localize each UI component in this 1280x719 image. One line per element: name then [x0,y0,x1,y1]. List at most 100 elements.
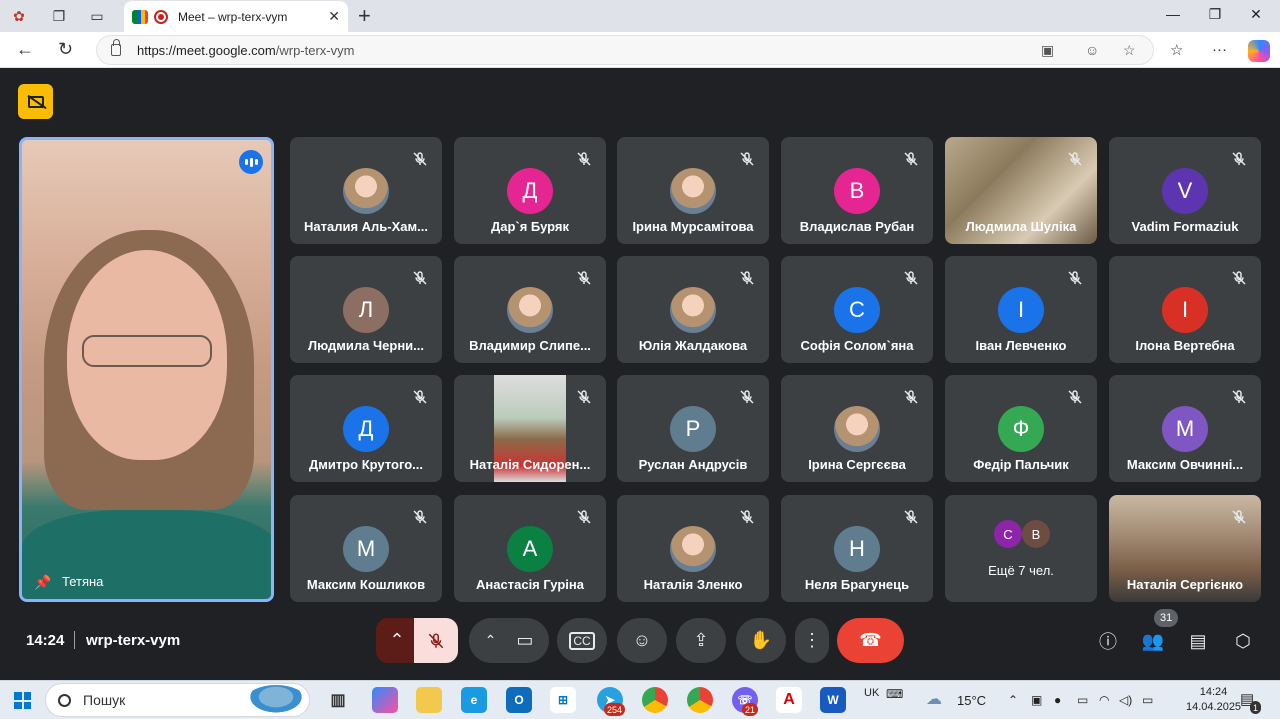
mic-muted-icon [413,271,427,285]
pin-icon[interactable]: 📌 [34,574,51,591]
participant-tile[interactable]: Ірина Мурсамітова [617,137,769,244]
tab-meet[interactable]: Meet – wrp-terx-vym ✕ [124,1,348,32]
participant-name: Ірина Сергєєва [808,457,906,472]
more-menu-icon[interactable]: ··· [1212,41,1227,58]
participant-tile[interactable]: І Ілона Вертебна [1109,256,1261,363]
mic-muted-icon [904,271,918,285]
reload-icon[interactable]: ↻ [58,39,73,60]
participant-tile[interactable]: Л Людмила Черни... [290,256,442,363]
participant-tile[interactable]: М Максим Кошликов [290,495,442,602]
mic-muted-icon [1232,510,1246,524]
participant-name: Наталія Сидорен... [469,457,591,472]
word-icon[interactable]: W [820,687,846,713]
participant-tile[interactable]: Наталія Сидорен... [454,375,606,482]
participant-name: Руслан Андрусів [638,457,748,472]
meet-tray-icon[interactable]: ▣ [1031,693,1042,707]
chrome-profile-icon[interactable] [687,687,713,713]
captions-icon: CC [569,631,595,650]
participant-tile[interactable]: І Іван Левченко [945,256,1097,363]
camera-in-use-icon[interactable]: ▣ [1041,42,1054,59]
wifi-icon[interactable]: ◠ [1099,693,1109,707]
favorite-star-icon[interactable]: ☆ [1123,42,1136,59]
mic-muted-icon [1232,152,1246,166]
tab-actions-icon[interactable]: ▭ [86,5,108,27]
copilot-taskbar-icon[interactable] [372,687,398,713]
participant-tile[interactable]: Наталия Аль-Хам... [290,137,442,244]
keyboard-icon[interactable]: ⌨ [886,687,903,701]
recording-badge-icon[interactable] [18,84,53,119]
avatar [670,287,716,333]
camera-options-icon[interactable]: ⌃ [485,632,497,649]
weather-temp[interactable]: 15°C [957,693,986,708]
reactions-button[interactable]: ☺ [617,618,667,663]
task-view-icon[interactable]: ▥ [325,687,351,713]
participant-tile[interactable]: Наталія Зленко [617,495,769,602]
store-icon[interactable]: ⊞ [550,687,576,713]
participant-tile[interactable]: В Владислав Рубан [781,137,933,244]
mic-muted-icon [1068,390,1082,404]
mic-tray-icon[interactable]: ● [1054,693,1061,707]
participant-tile[interactable]: С В Ещё 7 чел. [945,495,1097,602]
acrobat-icon[interactable]: A [776,687,802,713]
more-options-button[interactable]: ⋮ [795,618,829,663]
participant-tile[interactable]: V Vadim Formaziuk [1109,137,1261,244]
chat-icon: ▤ [1189,630,1207,651]
mic-muted-icon [1068,271,1082,285]
weather-icon[interactable]: ☁ [926,689,942,709]
file-explorer-icon[interactable] [416,687,442,713]
participant-tile[interactable]: Юлія Жалдакова [617,256,769,363]
microphone-off-button[interactable] [414,618,458,663]
start-button[interactable] [14,692,31,709]
show-hidden-icons[interactable]: ⌃ [1008,693,1018,707]
chat-button[interactable]: ▤ [1183,626,1213,656]
activities-button[interactable]: ⬡ [1228,626,1258,656]
language-indicator[interactable]: UK [864,687,879,699]
participant-tile[interactable]: Людмила Шуліка [945,137,1097,244]
participant-tile[interactable]: Д Дар`я Буряк [454,137,606,244]
leave-call-button[interactable]: ☎ [837,618,904,663]
read-aloud-icon[interactable]: ☺ [1085,42,1099,58]
camera-button[interactable]: ⌃ ▭ [469,618,549,663]
participant-tile[interactable]: А Анастасія Гуріна [454,495,606,602]
participant-name: Анастасія Гуріна [476,577,584,592]
close-tab-icon[interactable]: ✕ [328,8,340,25]
minimize-icon[interactable]: — [1163,6,1183,22]
chrome-icon[interactable] [642,687,668,713]
participant-name: Людмила Черни... [308,338,424,353]
participant-tile[interactable]: М Максим Овчинні... [1109,375,1261,482]
participant-tile[interactable]: С Софія Солом`яна [781,256,933,363]
participant-tile[interactable]: Д Дмитро Крутого... [290,375,442,482]
mic-muted-icon [740,390,754,404]
workspaces-icon[interactable]: ❐ [48,5,70,27]
camera-tray-icon[interactable]: ▭ [1077,693,1088,707]
participant-tile[interactable]: Р Руслан Андрусів [617,375,769,482]
mic-muted-icon [1232,271,1246,285]
favorites-icon[interactable]: ☆ [1170,41,1183,59]
taskbar-clock[interactable]: 14:24 14.04.2025 [1186,685,1241,715]
participant-tile[interactable]: Владимир Слипе... [454,256,606,363]
profile-icon[interactable]: ✿ [8,5,30,27]
participant-tile[interactable]: Ірина Сергєєва [781,375,933,482]
close-window-icon[interactable]: ✕ [1246,6,1266,23]
participant-tile[interactable]: Н Неля Брагунець [781,495,933,602]
meet-stage: 📌 Тетяна Наталия Аль-Хам... Д Дар`я Буряк І… [4,69,1276,680]
outlook-icon[interactable]: O [506,687,532,713]
meeting-details-button[interactable]: ⓘ [1093,626,1123,656]
copilot-icon[interactable] [1248,40,1270,62]
participant-tile[interactable]: Ф Федір Пальчик [945,375,1097,482]
raise-hand-button[interactable]: ✋ [736,618,786,663]
edge-icon[interactable]: e [461,687,487,713]
audio-options-button[interactable]: ⌃ [376,618,418,663]
windows-taskbar: Пошук ▥ e O ⊞ ➤ 254 ☏ 21 A W UK ⌨ ☁ 15°C… [0,680,1280,719]
present-screen-button[interactable]: ⇪ [676,618,726,663]
pinned-participant-tile[interactable]: 📌 Тетяна [19,137,274,602]
captions-button[interactable]: CC [557,618,607,663]
participant-tile[interactable]: Наталія Сергієнко [1109,495,1261,602]
new-tab-icon[interactable]: + [358,3,371,29]
restore-icon[interactable]: ❐ [1205,6,1225,23]
url-input[interactable]: https://meet.google.com/wrp-terx-vym ▣ ☺… [96,35,1154,65]
volume-icon[interactable]: ◁) [1119,693,1132,707]
people-button[interactable]: 👥 [1138,626,1168,656]
battery-icon[interactable]: ▭ [1142,693,1153,707]
back-icon[interactable]: ← [16,39,34,60]
